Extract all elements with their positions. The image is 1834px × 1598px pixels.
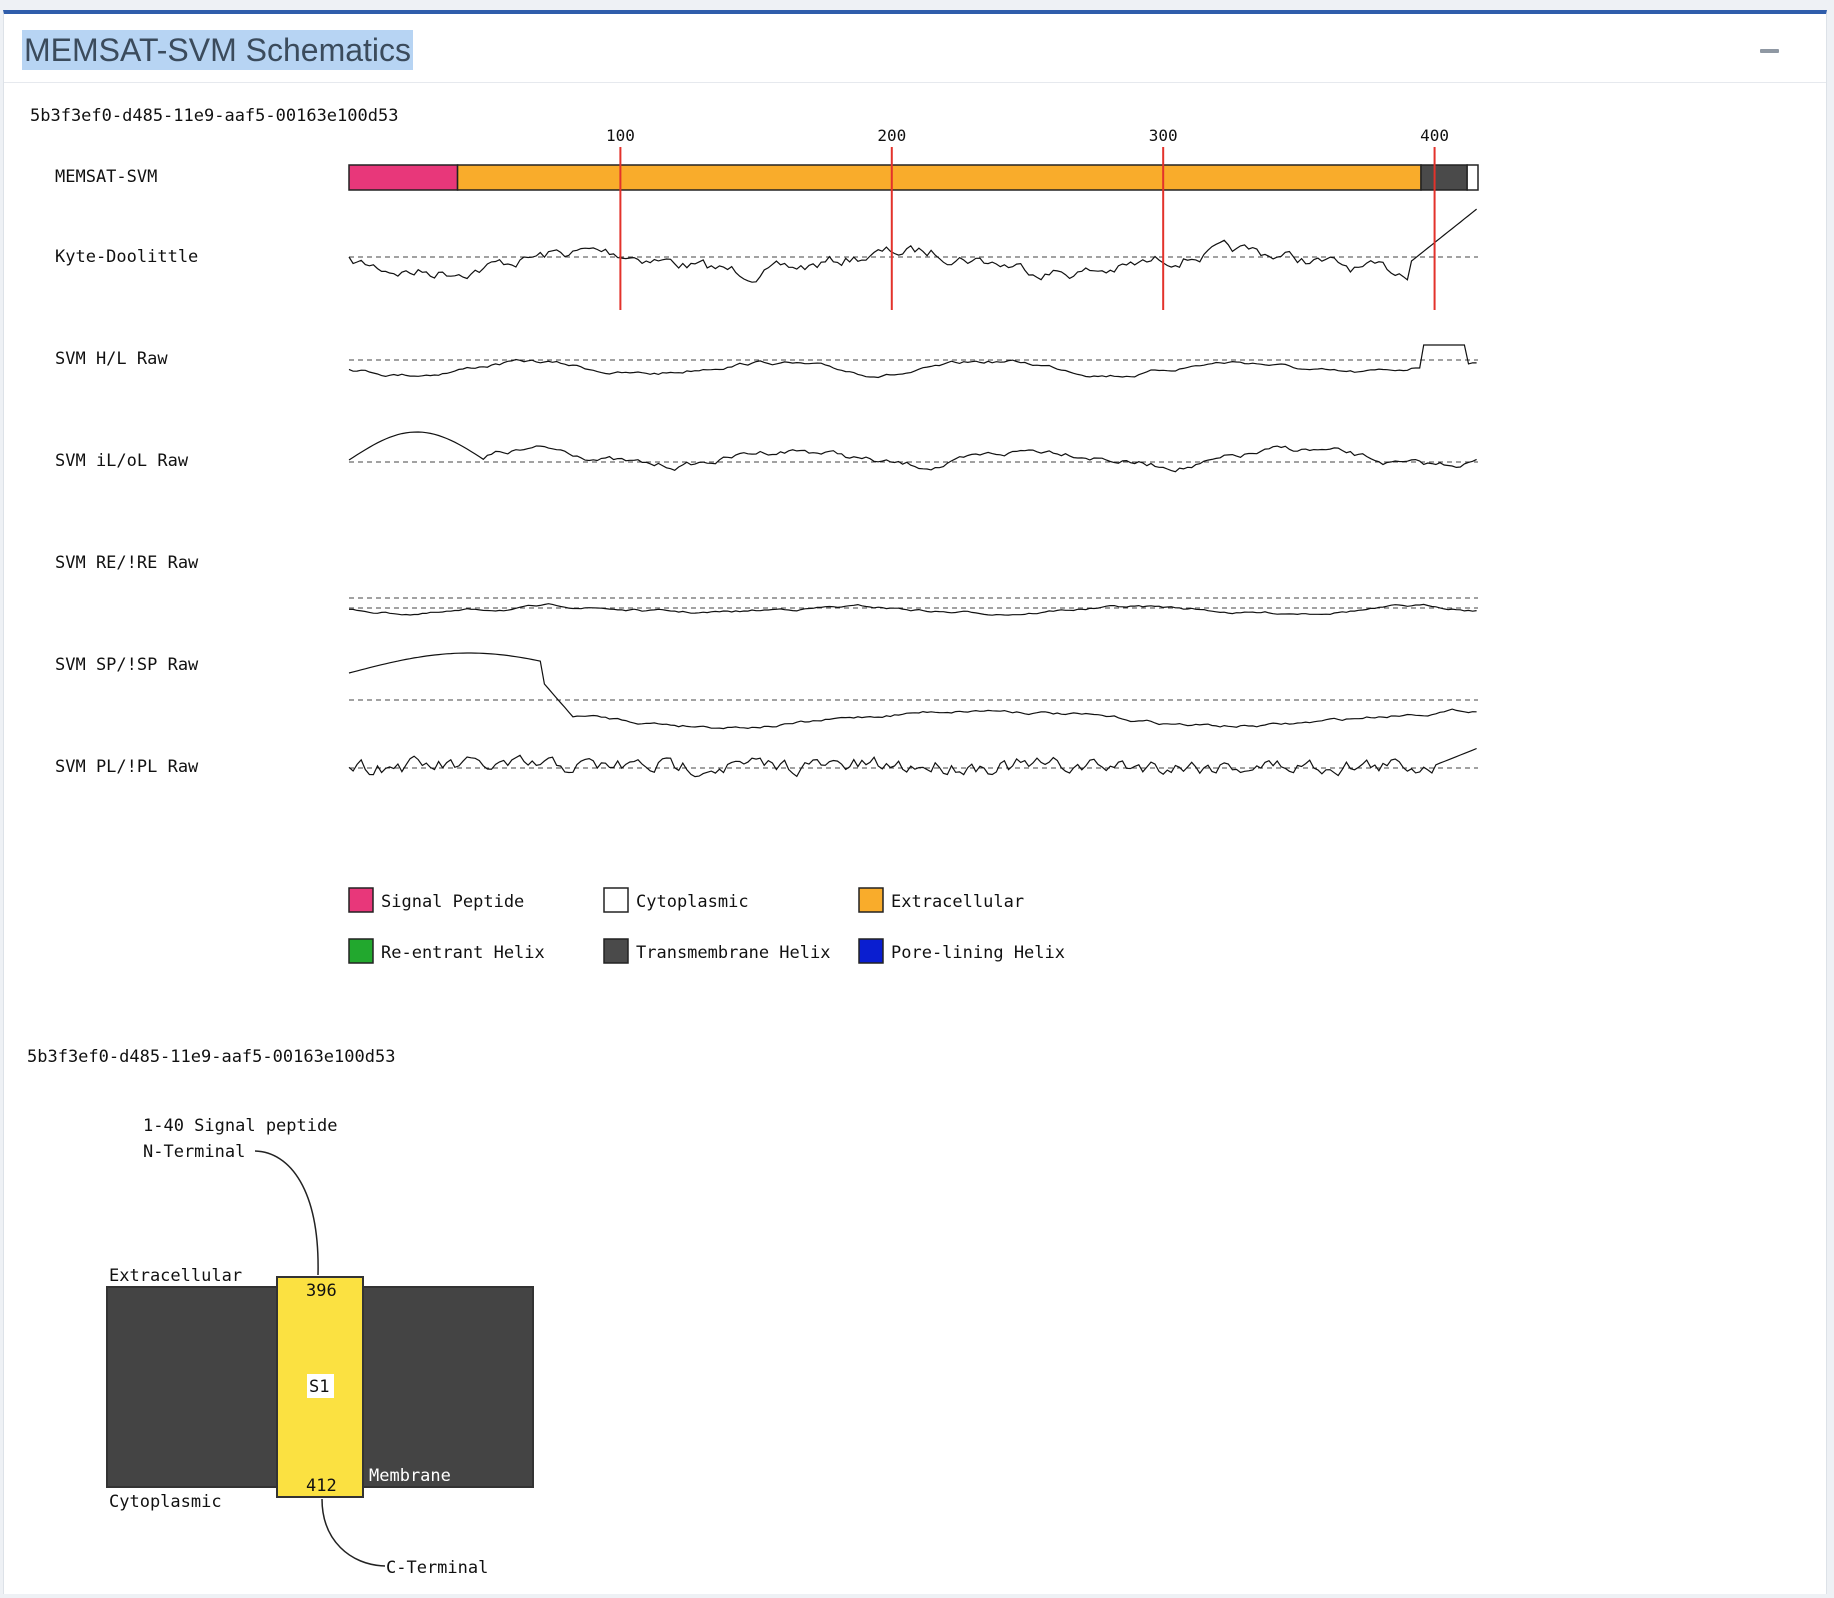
svm-sp-trace (348, 652, 1477, 730)
svm-pl-trace (348, 747, 1477, 778)
legend-swatch (858, 938, 884, 964)
axis-tick-label: 300 (1149, 126, 1178, 145)
axis-tick-label: 200 (877, 126, 906, 145)
legend-swatch (348, 887, 374, 913)
kyte-doolittle-trace (348, 208, 1477, 283)
track-label: MEMSAT-SVM (55, 167, 157, 187)
legend-label: Signal Peptide (381, 892, 524, 912)
segment-extracellular (456, 164, 1422, 191)
memsat-schematic-figure: 5b3f3ef0-d485-11e9-aaf5-00163e100d53 100… (30, 106, 1479, 964)
track-label: SVM RE/!RE Raw (55, 553, 199, 573)
legend-swatch (603, 938, 629, 964)
track-label: SVM H/L Raw (55, 349, 168, 369)
legend-label: Pore-lining Helix (891, 943, 1065, 963)
segment-cytoplasmic (1466, 164, 1479, 191)
axis-tick-label: 400 (1420, 126, 1449, 145)
track-label: SVM SP/!SP Raw (55, 655, 199, 675)
legend-label: Extracellular (891, 892, 1024, 912)
track-label: Kyte-Doolittle (55, 247, 198, 267)
svm-il-ol-trace (348, 431, 1477, 473)
legend-swatch (858, 887, 884, 913)
track-label: SVM iL/oL Raw (55, 451, 189, 471)
svm-hl-trace (348, 344, 1477, 379)
svm-re-trace (348, 603, 1477, 616)
track-label: SVM PL/!PL Raw (55, 757, 199, 777)
legend-label: Transmembrane Helix (636, 943, 830, 963)
segment-signal-peptide (348, 164, 459, 191)
legend-swatch (603, 887, 629, 913)
legend-label: Re-entrant Helix (381, 943, 545, 963)
axis-tick-label: 100 (606, 126, 635, 145)
legend-label: Cytoplasmic (636, 892, 749, 912)
segment-transmembrane-helix (1420, 164, 1468, 191)
schematic-sequence-id: 5b3f3ef0-d485-11e9-aaf5-00163e100d53 (30, 106, 398, 126)
legend-swatch (348, 938, 374, 964)
